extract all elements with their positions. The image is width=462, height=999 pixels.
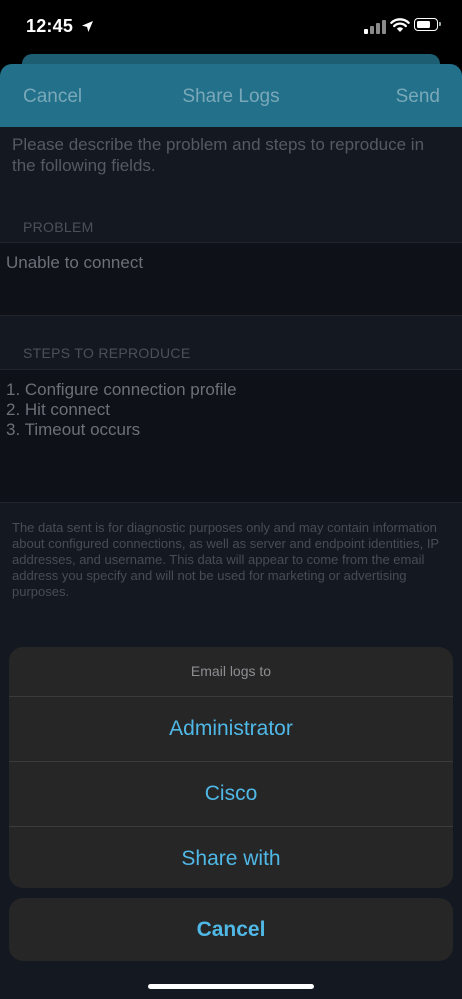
send-button[interactable]: Send (396, 86, 440, 108)
problem-text: Unable to connect (6, 253, 144, 272)
action-sheet-cancel-button[interactable]: Cancel (9, 898, 453, 961)
disclaimer-text: The data sent is for diagnostic purposes… (12, 520, 439, 599)
wifi-icon (390, 18, 410, 32)
status-bar: 12:45 (0, 0, 462, 54)
share-with-button[interactable]: Share with (9, 827, 453, 888)
problem-field[interactable]: Unable to connect (0, 242, 462, 316)
home-indicator (148, 984, 314, 989)
location-arrow-icon (82, 21, 93, 32)
email-logs-action-sheet: Email logs to Administrator Cisco Share … (9, 647, 453, 888)
problem-label: PROBLEM (23, 219, 94, 235)
steps-field[interactable]: 1. Configure connection profile 2. Hit c… (0, 369, 462, 503)
battery-icon (414, 18, 441, 31)
page-title: Share Logs (182, 86, 280, 107)
intro-text: Please describe the problem and steps to… (12, 135, 425, 175)
steps-text: 1. Configure connection profile 2. Hit c… (6, 380, 237, 439)
email-administrator-button[interactable]: Administrator (9, 697, 453, 762)
action-sheet-title: Email logs to (9, 647, 453, 697)
cellular-signal-icon (364, 20, 386, 34)
steps-label: STEPS TO REPRODUCE (23, 345, 191, 361)
status-time: 12:45 (26, 16, 74, 36)
email-cisco-button[interactable]: Cisco (9, 762, 453, 827)
nav-bar: Cancel Share Logs Send (0, 64, 462, 127)
